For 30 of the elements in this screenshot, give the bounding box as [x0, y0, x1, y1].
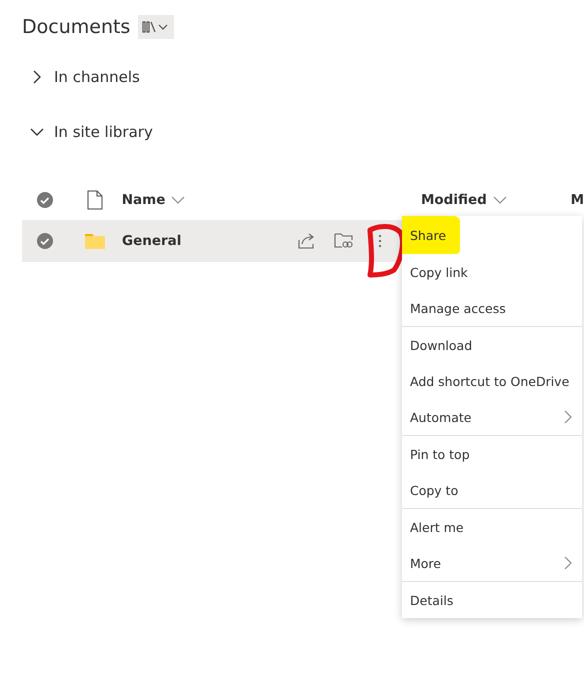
- column-header[interactable]: M: [570, 192, 584, 208]
- chevron-down-icon: [171, 195, 186, 205]
- menu-item[interactable]: Manage access: [402, 290, 582, 326]
- menu-item[interactable]: Details: [402, 582, 582, 618]
- section-toggle[interactable]: In channels: [0, 65, 140, 89]
- menu-item[interactable]: Pin to top: [402, 436, 582, 472]
- menu-item[interactable]: Download: [402, 327, 582, 363]
- select-all-check-icon[interactable]: [36, 191, 54, 209]
- chevron-right-icon: [564, 410, 572, 424]
- folder-name[interactable]: General: [122, 233, 298, 249]
- menu-item[interactable]: More: [402, 545, 582, 581]
- column-header[interactable]: Name: [122, 192, 421, 208]
- menu-item[interactable]: Add shortcut to OneDrive: [402, 363, 582, 399]
- menu-item[interactable]: Share: [402, 216, 460, 254]
- chevron-right-icon: [564, 556, 572, 570]
- section-toggle[interactable]: In site library: [0, 120, 153, 144]
- more-vertical-icon: [378, 234, 382, 248]
- folder-icon: [84, 232, 106, 250]
- page-title: Documents: [22, 16, 130, 38]
- chevron-down-icon: [492, 195, 507, 205]
- menu-item[interactable]: Copy to: [402, 472, 582, 508]
- library-view-button[interactable]: [138, 15, 174, 39]
- row-check-icon[interactable]: [36, 232, 54, 250]
- menu-item[interactable]: Automate: [402, 399, 582, 435]
- file-type-icon: [86, 190, 103, 210]
- folder-link-icon[interactable]: [334, 232, 354, 250]
- menu-item[interactable]: Alert me: [402, 509, 582, 545]
- library-icon: [142, 20, 170, 34]
- column-header[interactable]: Modified: [420, 192, 571, 208]
- share-icon[interactable]: [298, 233, 316, 249]
